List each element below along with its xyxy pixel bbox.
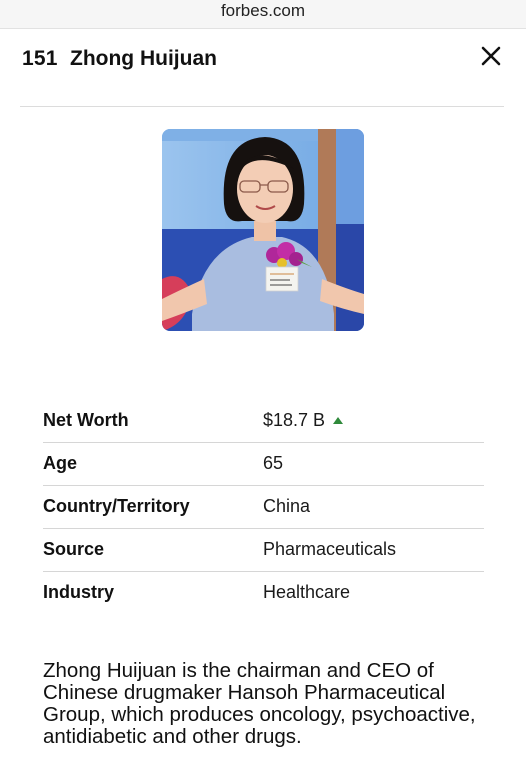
rank-number: 151: [22, 47, 58, 70]
detail-row-country: Country/Territory China: [43, 486, 484, 529]
detail-row-source: Source Pharmaceuticals: [43, 529, 484, 572]
detail-row-industry: Industry Healthcare: [43, 572, 484, 614]
bio-text: Zhong Huijuan is the chairman and CEO of…: [43, 659, 476, 748]
detail-value: China: [263, 496, 311, 516]
detail-label: Net Worth: [43, 410, 129, 430]
detail-value: Healthcare: [263, 582, 351, 602]
detail-label: Age: [43, 453, 78, 473]
details-table: Net Worth $18.7 B Age 65 Country/Territo…: [43, 400, 484, 614]
detail-value: $18.7 B: [263, 410, 326, 430]
close-icon: [481, 46, 501, 66]
detail-row-net-worth: Net Worth $18.7 B: [43, 400, 484, 443]
detail-label: Industry: [43, 582, 115, 602]
header-divider: [20, 106, 504, 107]
url-domain[interactable]: forbes.com: [221, 1, 305, 20]
detail-label: Source: [43, 539, 105, 559]
profile-header: 151 Zhong Huijuan: [0, 29, 526, 107]
detail-row-age: Age 65: [43, 443, 484, 486]
close-button[interactable]: [478, 43, 504, 69]
profile-photo: [162, 129, 364, 331]
person-name: Zhong Huijuan: [70, 47, 217, 70]
detail-value: Pharmaceuticals: [263, 539, 397, 559]
url-bar[interactable]: forbes.com: [0, 0, 526, 29]
detail-value: 65: [263, 453, 284, 473]
trend-up-icon: [333, 417, 343, 424]
detail-label: Country/Territory: [43, 496, 190, 516]
